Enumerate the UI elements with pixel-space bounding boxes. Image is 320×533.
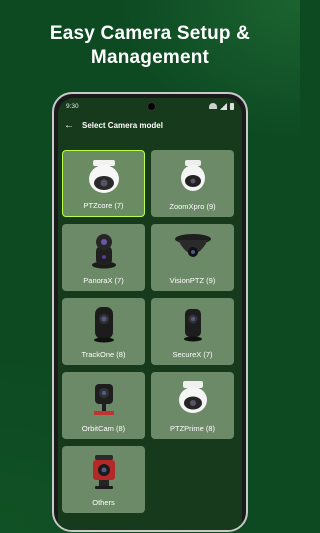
camera-tile-label: VisionPTZ (9) [169, 276, 216, 285]
wifi-icon [209, 103, 217, 109]
camera-tile-label: ZoomXpro (9) [169, 202, 216, 211]
front-camera-icon [146, 102, 156, 111]
ceiling-dome-camera-icon [174, 234, 211, 257]
cube-camera-icon [93, 307, 114, 343]
dome-camera-icon [180, 160, 205, 191]
signal-icon [220, 102, 227, 110]
camera-tile-visionptz[interactable]: VisionPTZ (9) [151, 224, 234, 291]
battery-icon [230, 102, 234, 110]
camera-tile-panorax[interactable]: PanoraX (7) [62, 224, 145, 291]
dome-camera-icon [88, 160, 119, 193]
status-bar: 9:30 [58, 98, 242, 114]
camera-tile-trackone[interactable]: TrackOne (8) [62, 298, 145, 365]
camera-tile-securex[interactable]: SecureX (7) [151, 298, 234, 365]
camera-tile-others[interactable]: Others [62, 446, 145, 513]
promo-headline: Easy Camera Setup & Management [0, 22, 300, 70]
pan-tilt-camera-icon [91, 234, 116, 269]
camera-tile-label: PanoraX (7) [83, 276, 124, 285]
headline-line-1: Easy Camera Setup & [49, 23, 251, 44]
page-title: Select Camera model [82, 120, 163, 130]
red-camera-icon [92, 455, 115, 489]
bracket-camera-icon [93, 384, 114, 415]
camera-model-grid: PTZcore (7) ZoomXpro (9) PanoraX (7) Vis… [62, 150, 234, 513]
headline-line-2: Management [90, 47, 210, 68]
camera-tile-ptzprime[interactable]: PTZPrime (8) [151, 372, 234, 439]
status-time: 9:30 [66, 102, 79, 110]
cube-camera-icon [183, 309, 202, 342]
camera-tile-label: Others [92, 498, 115, 507]
camera-tile-label: PTZcore (7) [83, 201, 124, 210]
dome-camera-icon [178, 381, 207, 413]
camera-tile-label: OrbitCam (8) [81, 424, 126, 433]
camera-tile-zoomxpro[interactable]: ZoomXpro (9) [151, 150, 234, 217]
camera-tile-orbitcam[interactable]: OrbitCam (8) [62, 372, 145, 439]
phone-frame: 9:30 ← Select Camera model PTZcore (7) Z… [52, 92, 248, 532]
status-icons [209, 102, 234, 110]
app-bar: ← Select Camera model [58, 114, 242, 136]
camera-tile-label: SecureX (7) [172, 350, 213, 359]
camera-tile-ptzcore[interactable]: PTZcore (7) [62, 150, 145, 217]
back-arrow-icon[interactable]: ← [64, 120, 82, 131]
camera-tile-label: TrackOne (8) [81, 350, 126, 359]
camera-tile-label: PTZPrime (8) [170, 424, 215, 433]
